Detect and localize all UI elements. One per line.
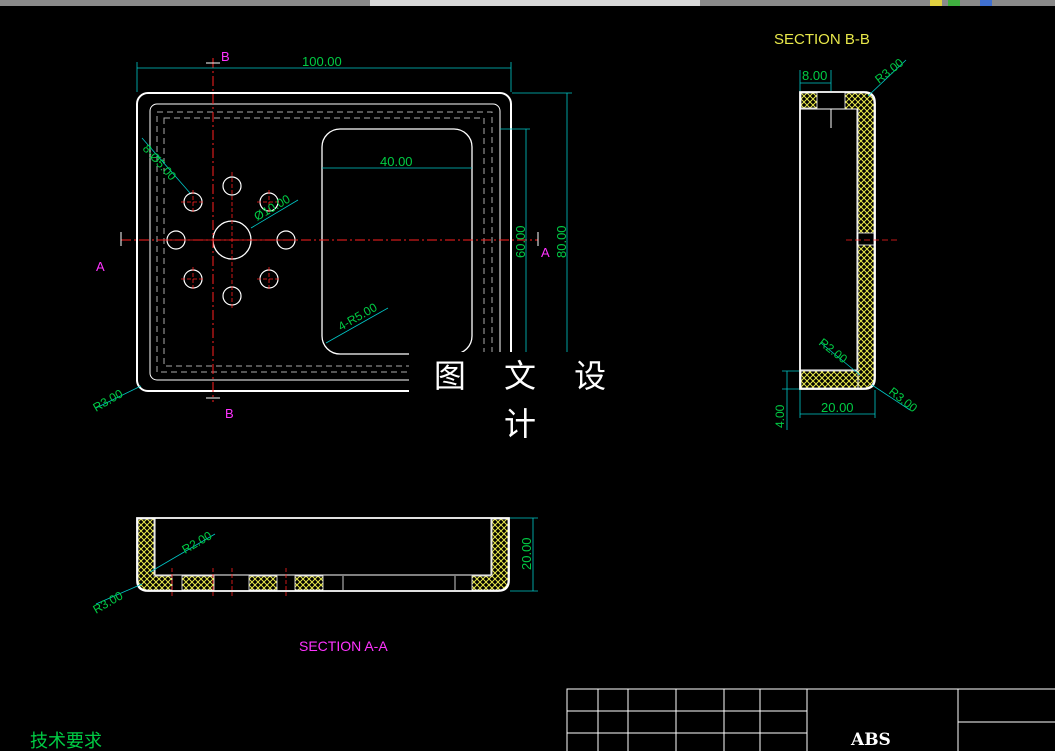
material-label: ABS (850, 730, 891, 750)
dim-depth-aa: 20.00 (519, 537, 534, 570)
dim-inner-radius-aa: R2.00 (180, 528, 215, 556)
dim-small-holes: 8-Ø5.00 (140, 142, 180, 184)
dim-center-hole: Ø10.00 (252, 192, 293, 224)
watermark-text: 图 文 设 计 (409, 352, 645, 443)
section-bb-view: SECTION B-B 8.00 R3.00 R2.00 R3.00 20.00… (773, 31, 920, 430)
dim-floor-bb: 4.00 (773, 404, 787, 428)
extension-lines (136, 62, 572, 392)
section-aa-hatch-right (471, 518, 509, 591)
section-aa-title: SECTION A-A (299, 638, 388, 654)
section-label-a-left: A (96, 259, 105, 274)
dim-wall-bb: 8.00 (802, 68, 827, 83)
dim-depth-bb: 20.00 (821, 400, 854, 415)
small-holes (166, 176, 296, 306)
section-label-a-right: A (541, 245, 550, 260)
hidden-line (163, 117, 485, 367)
dim-height: 80.00 (554, 225, 569, 258)
tech-requirements-heading: 技术要求 (30, 731, 102, 751)
section-bb-title: SECTION B-B (774, 31, 870, 48)
dim-outer-radius-top-bb: R3.00 (872, 55, 906, 86)
part-inner-outline (149, 103, 501, 381)
section-label-b-top: B (221, 49, 230, 64)
dim-inner-radius-bb: R2.00 (816, 335, 850, 366)
section-aa-hatch-rib (181, 575, 215, 591)
section-label-b-bottom: B (225, 406, 234, 421)
hidden-line (156, 111, 493, 373)
section-bb-hatch-bottom (800, 370, 859, 389)
dim-outer-radius-aa: R3.00 (91, 588, 126, 616)
dimension-lines (137, 67, 568, 391)
title-block (566, 688, 1055, 751)
dim-outer-radius-bottom-bb: R3.00 (886, 384, 920, 415)
dim-width: 100.00 (302, 54, 342, 69)
section-aa-view: R2.00 R3.00 20.00 SECTION A-A (91, 517, 538, 654)
section-aa-hatch-rib (248, 575, 278, 591)
section-bb-hatch-top (800, 92, 818, 109)
section-aa-hatch-rib (294, 575, 324, 591)
dim-window-height: 60.00 (513, 225, 528, 258)
dim-window-width: 40.00 (380, 154, 413, 169)
dim-corner-radius: R3.00 (91, 386, 126, 414)
